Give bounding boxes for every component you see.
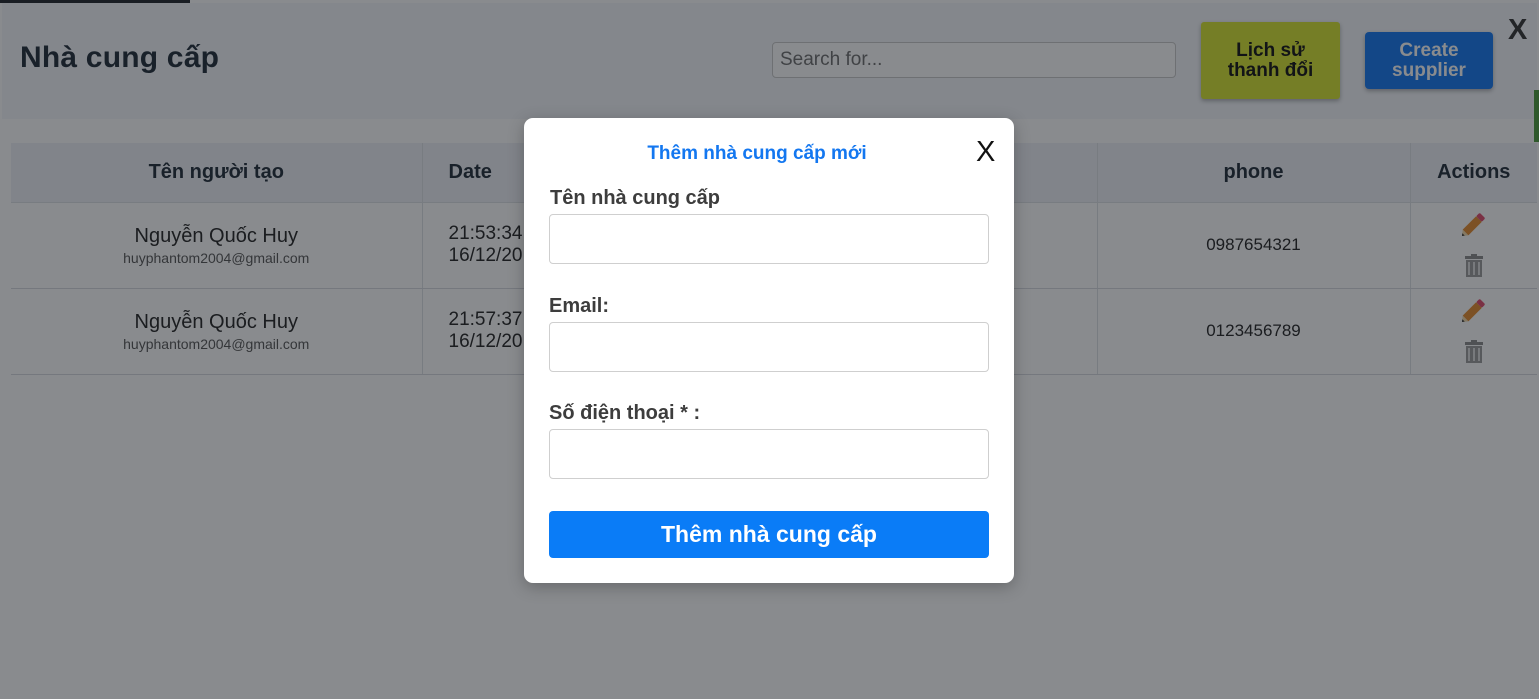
email-field[interactable] <box>549 322 989 372</box>
add-supplier-modal: Thêm nhà cung cấp mới X Tên nhà cung cấp… <box>524 118 1014 583</box>
add-supplier-submit-button[interactable]: Thêm nhà cung cấp <box>549 511 989 558</box>
supplier-name-field[interactable] <box>549 214 989 264</box>
supplier-name-label: Tên nhà cung cấp <box>550 187 721 209</box>
phone-field[interactable] <box>549 429 989 479</box>
email-label: Email: <box>549 295 610 317</box>
phone-label: Số điện thoại * : <box>549 402 701 424</box>
modal-title: Thêm nhà cung cấp mới <box>647 143 867 164</box>
modal-close-button[interactable]: X <box>976 136 995 169</box>
